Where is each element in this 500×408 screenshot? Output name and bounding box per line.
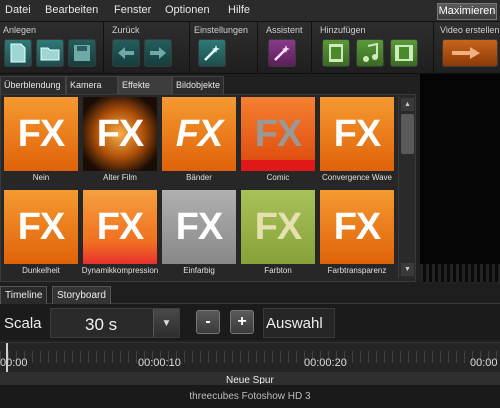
maximize-button[interactable]: Maximieren — [437, 3, 497, 20]
menu-bar: Datei Bearbeiten Fenster Optionen Hilfe … — [0, 0, 500, 22]
effect-label: Dunkelheit — [22, 266, 60, 275]
app-window: Datei Bearbeiten Fenster Optionen Hilfe … — [0, 0, 500, 408]
scroll-thumb[interactable] — [401, 114, 414, 154]
tab-timeline[interactable]: Timeline — [0, 286, 48, 304]
menu-optionen[interactable]: Optionen — [165, 4, 210, 16]
folder-icon — [40, 47, 60, 61]
selection-button[interactable]: Auswahl — [263, 308, 335, 338]
effect-label: Farbtransparenz — [327, 266, 387, 275]
scroll-down-icon[interactable]: ▼ — [401, 263, 414, 276]
view-tab-bar: Timeline Storyboard — [0, 284, 500, 304]
effect-tile-nein[interactable]: FX — [4, 97, 78, 171]
preview-area — [420, 74, 500, 282]
toolbar-group-label: Hinzufügen — [320, 25, 366, 35]
scale-duration-select[interactable]: 30 s ▼ — [50, 308, 180, 338]
menu-fenster[interactable]: Fenster — [114, 4, 151, 16]
effect-tile-comic[interactable]: FX — [241, 97, 315, 171]
menu-hilfe[interactable]: Hilfe — [228, 4, 250, 16]
preview-filmstrip — [420, 264, 500, 282]
effects-scrollbar[interactable]: ▲ ▼ — [398, 96, 415, 278]
ruler-ticks — [0, 351, 500, 363]
tab-bildobjekte[interactable]: Bildobjekte — [172, 76, 224, 94]
toolbar: Anlegen Zurück Einstellungen Assistent H… — [0, 22, 500, 74]
filmstrip-icon — [395, 45, 413, 61]
effect-label: Bänder — [186, 173, 212, 182]
add-music-button[interactable] — [356, 39, 384, 67]
export-arrow-icon — [452, 47, 480, 59]
zoom-in-button[interactable]: + — [230, 310, 254, 334]
effect-label: Nein — [32, 173, 50, 182]
film-frame-icon — [329, 44, 343, 62]
track-row[interactable]: Neue Spur — [0, 372, 500, 386]
effect-tab-bar: Überblendung Kamera Effekte Bildobjekte — [0, 76, 420, 94]
chevron-down-icon[interactable]: ▼ — [153, 309, 179, 337]
status-bar: threecubes Fotoshow HD 3 — [0, 384, 500, 408]
add-video-button[interactable] — [390, 39, 418, 67]
timeline-ruler[interactable]: 00:00 00:00:10 00:00:20 00:00 — [0, 342, 500, 373]
effect-label: Einfarbig — [183, 266, 215, 275]
toolbar-group-label: Zurück — [112, 25, 140, 35]
create-video-button[interactable] — [442, 39, 498, 67]
effect-label: Alter Film — [103, 173, 137, 182]
effect-tile-alter-film[interactable]: FX — [83, 97, 157, 171]
tab-kamera[interactable]: Kamera — [66, 76, 118, 94]
ruler-tick-label: 00:00:10 — [138, 357, 181, 369]
tab-storyboard[interactable]: Storyboard — [52, 286, 111, 304]
save-icon — [74, 45, 90, 61]
menu-bearbeiten[interactable]: Bearbeiten — [45, 4, 98, 16]
settings-button[interactable] — [198, 39, 226, 67]
save-button[interactable] — [68, 39, 96, 67]
timeline-controls: Scala 30 s ▼ - + Auswahl — [0, 304, 500, 340]
undo-arrow-icon — [118, 47, 134, 59]
assistant-button[interactable] — [268, 39, 296, 67]
playhead-marker[interactable] — [6, 343, 8, 373]
toolbar-group-zurueck: Zurück — [104, 22, 190, 74]
tab-effekte[interactable]: Effekte — [118, 76, 172, 94]
tab-ueberblendung[interactable]: Überblendung — [0, 76, 66, 94]
toolbar-group-label: Einstellungen — [194, 25, 249, 35]
toolbar-group-label: Video erstellen — [440, 25, 500, 35]
toolbar-group-assistent: Assistent — [258, 22, 312, 74]
redo-arrow-icon — [150, 47, 166, 59]
ruler-tick-label: 00:00 — [470, 357, 498, 369]
redo-button[interactable] — [144, 39, 172, 67]
effect-label: Farbton — [264, 266, 292, 275]
effect-tile-dunkelheit[interactable]: FX — [4, 190, 78, 264]
effects-gallery: FX Nein FX Alter Film FX Bänder FX Comic… — [0, 94, 416, 282]
ruler-tick-label: 00:00:20 — [304, 357, 347, 369]
ruler-tick-label: 00:00 — [0, 357, 28, 369]
effect-tile-dynamikkompression[interactable]: FX — [83, 190, 157, 264]
new-file-icon — [10, 43, 26, 63]
toolbar-group-hinzufuegen: Hinzufügen — [312, 22, 434, 74]
effect-tile-convergence-wave[interactable]: FX — [320, 97, 394, 171]
scroll-up-icon[interactable]: ▲ — [401, 98, 414, 111]
undo-button[interactable] — [112, 39, 140, 67]
effect-tile-farbtransparenz[interactable]: FX — [320, 190, 394, 264]
scala-label: Scala — [4, 315, 42, 332]
effect-tile-einfarbig[interactable]: FX — [162, 190, 236, 264]
toolbar-group-anlegen: Anlegen — [0, 22, 104, 74]
effect-label: Dynamikkompression — [81, 266, 159, 275]
new-file-button[interactable] — [4, 39, 32, 67]
magic-wand-icon — [274, 45, 290, 61]
effect-tile-baender[interactable]: FX — [162, 97, 236, 171]
app-title-text: threecubes Fotoshow HD 3 — [189, 391, 311, 402]
duration-value: 30 s — [85, 315, 118, 334]
menu-datei[interactable]: Datei — [5, 4, 31, 16]
toolbar-group-einstellungen: Einstellungen — [190, 22, 258, 74]
effect-label: Convergence Wave — [322, 173, 392, 182]
toolbar-group-video-erstellen: Video erstellen — [434, 22, 500, 74]
zoom-out-button[interactable]: - — [196, 310, 220, 334]
music-note-icon — [363, 43, 378, 62]
wand-settings-icon — [204, 45, 220, 61]
effect-label: Comic — [266, 173, 290, 182]
effect-tile-farbton[interactable]: FX — [241, 190, 315, 264]
open-file-button[interactable] — [36, 39, 64, 67]
toolbar-group-label: Assistent — [266, 25, 303, 35]
toolbar-group-label: Anlegen — [3, 25, 37, 35]
add-image-button[interactable] — [322, 39, 350, 67]
